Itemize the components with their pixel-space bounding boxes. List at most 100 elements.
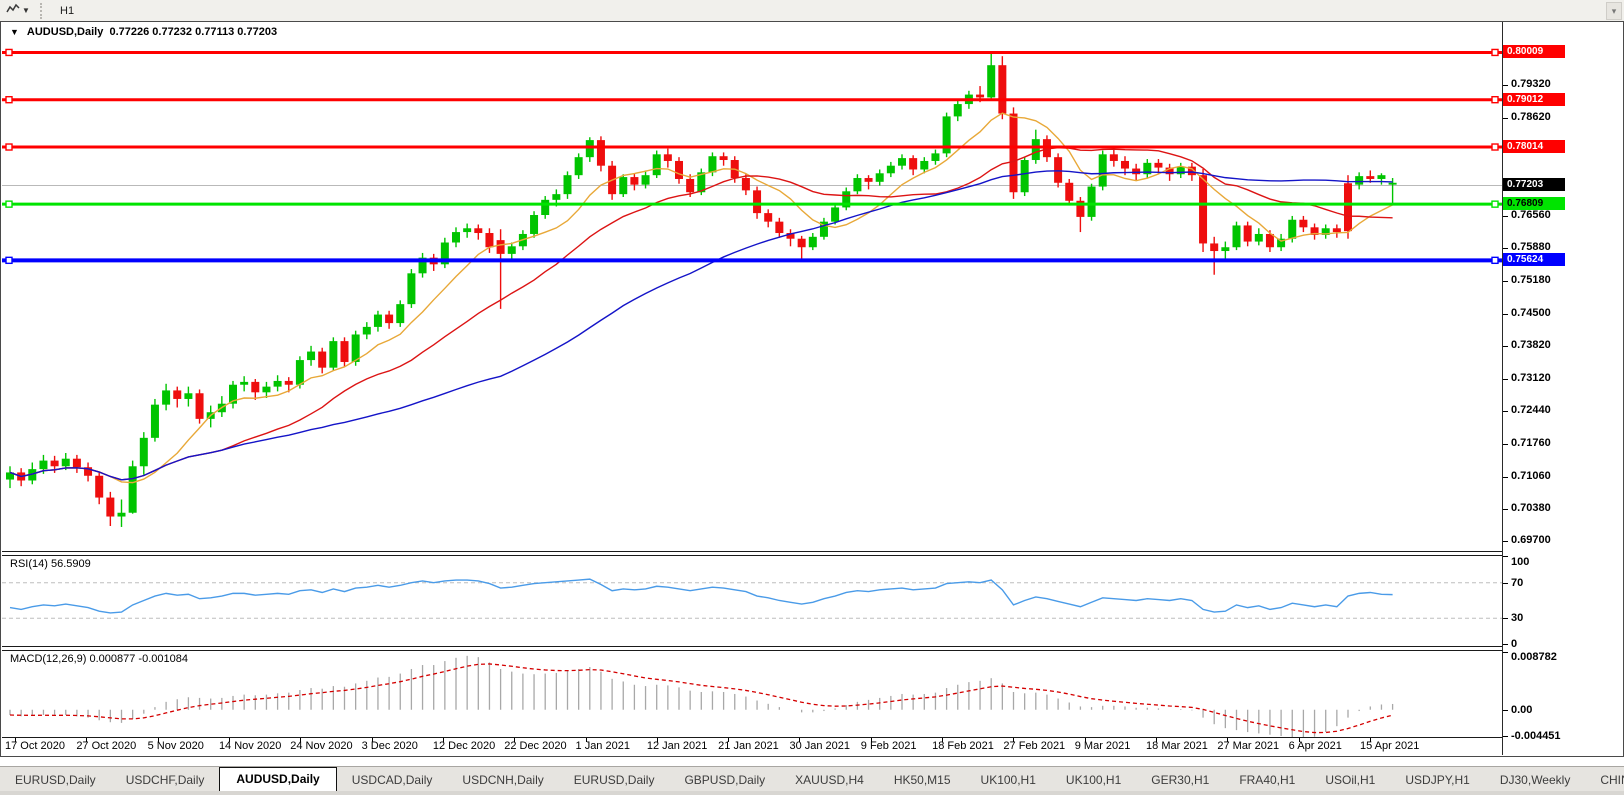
price-line-badge-0.79012: 0.79012 bbox=[1503, 93, 1565, 106]
chart-tab-FRA40H1[interactable]: FRA40,H1 bbox=[1224, 769, 1310, 792]
chart-tab-UK100H1[interactable]: UK100,H1 bbox=[966, 769, 1051, 792]
price-tick-mark bbox=[1503, 281, 1508, 282]
rsi-chart-canvas[interactable] bbox=[2, 555, 1502, 646]
toolbar-grip bbox=[40, 3, 46, 19]
chevron-down-icon: ▼ bbox=[22, 6, 30, 15]
rsi-tick-label: 70 bbox=[1511, 577, 1523, 589]
moving-average-20 bbox=[10, 148, 1393, 480]
rsi-line bbox=[10, 579, 1393, 613]
chart-tab-USDJPYH1[interactable]: USDJPY,H1 bbox=[1390, 769, 1484, 792]
macd-tick-label: 0.008782 bbox=[1511, 651, 1557, 663]
moving-average-45 bbox=[10, 171, 1393, 480]
price-tick-mark bbox=[1503, 216, 1508, 217]
macd-histogram bbox=[10, 656, 1393, 737]
chart-symbol-period: AUDUSD,Daily bbox=[27, 26, 103, 38]
price-tick-mark bbox=[1503, 509, 1508, 510]
toolbar: ▼ M1M5M15M30H1H4D1W1MN ▾ bbox=[0, 0, 1624, 22]
rsi-tick-mark bbox=[1503, 618, 1508, 619]
line-chart-icon bbox=[6, 2, 20, 20]
chart-tab-XAUUSDH4[interactable]: XAUUSD,H4 bbox=[780, 769, 879, 792]
date-label: 18 Feb 2021 bbox=[932, 740, 994, 752]
chart-tab-USDCNHDaily[interactable]: USDCNH,Daily bbox=[447, 769, 558, 792]
price-tick-mark bbox=[1503, 444, 1508, 445]
chart-tab-EURUSDDaily[interactable]: EURUSD,Daily bbox=[559, 769, 670, 792]
price-line-badge-0.80009: 0.80009 bbox=[1503, 45, 1565, 58]
chart-tab-EURUSDDaily[interactable]: EURUSD,Daily bbox=[0, 769, 111, 792]
toolbar-overflow-button[interactable]: ▾ bbox=[1606, 2, 1622, 20]
rsi-tick-label: 0 bbox=[1511, 638, 1517, 650]
price-tick-label: 0.79320 bbox=[1511, 78, 1551, 90]
price-tick-label: 0.72440 bbox=[1511, 404, 1551, 416]
rsi-tick-label: 100 bbox=[1511, 556, 1529, 568]
price-tick-label: 0.76560 bbox=[1511, 209, 1551, 221]
price-tick-mark bbox=[1503, 411, 1508, 412]
price-tick-mark bbox=[1503, 477, 1508, 478]
price-tick-label: 0.78620 bbox=[1511, 111, 1551, 123]
rsi-tick-mark bbox=[1503, 644, 1508, 645]
price-tick-mark bbox=[1503, 85, 1508, 86]
chart-tab-HK50M15[interactable]: HK50,M15 bbox=[879, 769, 966, 792]
macd-tick-mark bbox=[1503, 652, 1508, 653]
date-label: 6 Apr 2021 bbox=[1289, 740, 1342, 752]
price-line-badge-0.75624: 0.75624 bbox=[1503, 253, 1565, 266]
price-tick-mark bbox=[1503, 541, 1508, 542]
date-label: 9 Mar 2021 bbox=[1075, 740, 1131, 752]
date-label: 12 Jan 2021 bbox=[647, 740, 708, 752]
chart-tab-AUDUSDDaily[interactable]: AUDUSD,Daily bbox=[219, 767, 336, 792]
candles bbox=[6, 52, 1397, 527]
price-tick-mark bbox=[1503, 346, 1508, 347]
price-tick-mark bbox=[1503, 248, 1508, 249]
date-label: 27 Oct 2020 bbox=[76, 740, 136, 752]
date-label: 18 Mar 2021 bbox=[1146, 740, 1208, 752]
chart-tabbar: EURUSD,DailyUSDCHF,DailyAUDUSD,DailyUSDC… bbox=[0, 766, 1624, 792]
price-tick-mark bbox=[1503, 118, 1508, 119]
price-tick-label: 0.73120 bbox=[1511, 372, 1551, 384]
price-tick-label: 0.71060 bbox=[1511, 470, 1551, 482]
date-label: 30 Jan 2021 bbox=[789, 740, 850, 752]
trading-terminal: { "toolbar": { "chart_icon": "line-chart… bbox=[0, 0, 1624, 795]
date-label: 5 Nov 2020 bbox=[148, 740, 204, 752]
price-tick-mark bbox=[1503, 379, 1508, 380]
chart-tab-USDCHFDaily[interactable]: USDCHF,Daily bbox=[111, 769, 220, 792]
timeframe-button-H1[interactable]: H1 bbox=[51, 2, 90, 20]
chart-tab-USDCADDaily[interactable]: USDCAD,Daily bbox=[337, 769, 448, 792]
price-tick-mark bbox=[1503, 314, 1508, 315]
price-line-badge-0.76809: 0.76809 bbox=[1503, 197, 1565, 210]
price-tick-label: 0.69700 bbox=[1511, 534, 1551, 546]
price-chart-canvas[interactable] bbox=[2, 22, 1502, 551]
window-bottom-strip bbox=[0, 791, 1624, 795]
chart-title: ▼AUDUSD,Daily 0.77226 0.77232 0.77113 0.… bbox=[10, 26, 277, 38]
rsi-tick-mark bbox=[1503, 583, 1508, 584]
date-label: 27 Feb 2021 bbox=[1003, 740, 1065, 752]
current-price-badge: 0.77203 bbox=[1503, 178, 1565, 191]
chart-tab-GBPUSDDaily[interactable]: GBPUSD,Daily bbox=[669, 769, 780, 792]
chart-expand-caret-icon[interactable]: ▼ bbox=[10, 27, 19, 37]
chart-tab-CHINA300H1[interactable]: CHINA300,H1 bbox=[1585, 769, 1624, 792]
chart-tab-UK100H1[interactable]: UK100,H1 bbox=[1051, 769, 1136, 792]
macd-chart-canvas[interactable] bbox=[2, 650, 1502, 737]
rsi-label: RSI(14) 56.5909 bbox=[10, 558, 91, 570]
macd-tick-mark bbox=[1503, 710, 1508, 711]
date-label: 17 Oct 2020 bbox=[5, 740, 65, 752]
chart-tab-DJ30Weekly[interactable]: DJ30,Weekly bbox=[1485, 769, 1585, 792]
date-label: 12 Dec 2020 bbox=[433, 740, 495, 752]
price-tick-label: 0.70380 bbox=[1511, 502, 1551, 514]
chart-tab-GER30H1[interactable]: GER30,H1 bbox=[1136, 769, 1224, 792]
date-label: 14 Nov 2020 bbox=[219, 740, 281, 752]
macd-label: MACD(12,26,9) 0.000877 -0.001084 bbox=[10, 653, 188, 665]
rsi-tick-label: 30 bbox=[1511, 612, 1523, 624]
date-label: 15 Apr 2021 bbox=[1360, 740, 1419, 752]
price-tick-label: 0.73820 bbox=[1511, 339, 1551, 351]
price-tick-label: 0.74500 bbox=[1511, 307, 1551, 319]
date-label: 21 Jan 2021 bbox=[718, 740, 779, 752]
date-label: 1 Jan 2021 bbox=[576, 740, 630, 752]
chart-tab-USOilH1[interactable]: USOil,H1 bbox=[1310, 769, 1390, 792]
date-label: 3 Dec 2020 bbox=[362, 740, 418, 752]
price-axis-border bbox=[1502, 22, 1503, 755]
macd-tick-label: 0.00 bbox=[1511, 704, 1532, 716]
price-line-badge-0.78014: 0.78014 bbox=[1503, 140, 1565, 153]
date-label: 9 Feb 2021 bbox=[861, 740, 917, 752]
price-tick-label: 0.75180 bbox=[1511, 274, 1551, 286]
macd-tick-mark bbox=[1503, 736, 1508, 737]
indicators-menu-button[interactable]: ▼ bbox=[0, 1, 36, 20]
